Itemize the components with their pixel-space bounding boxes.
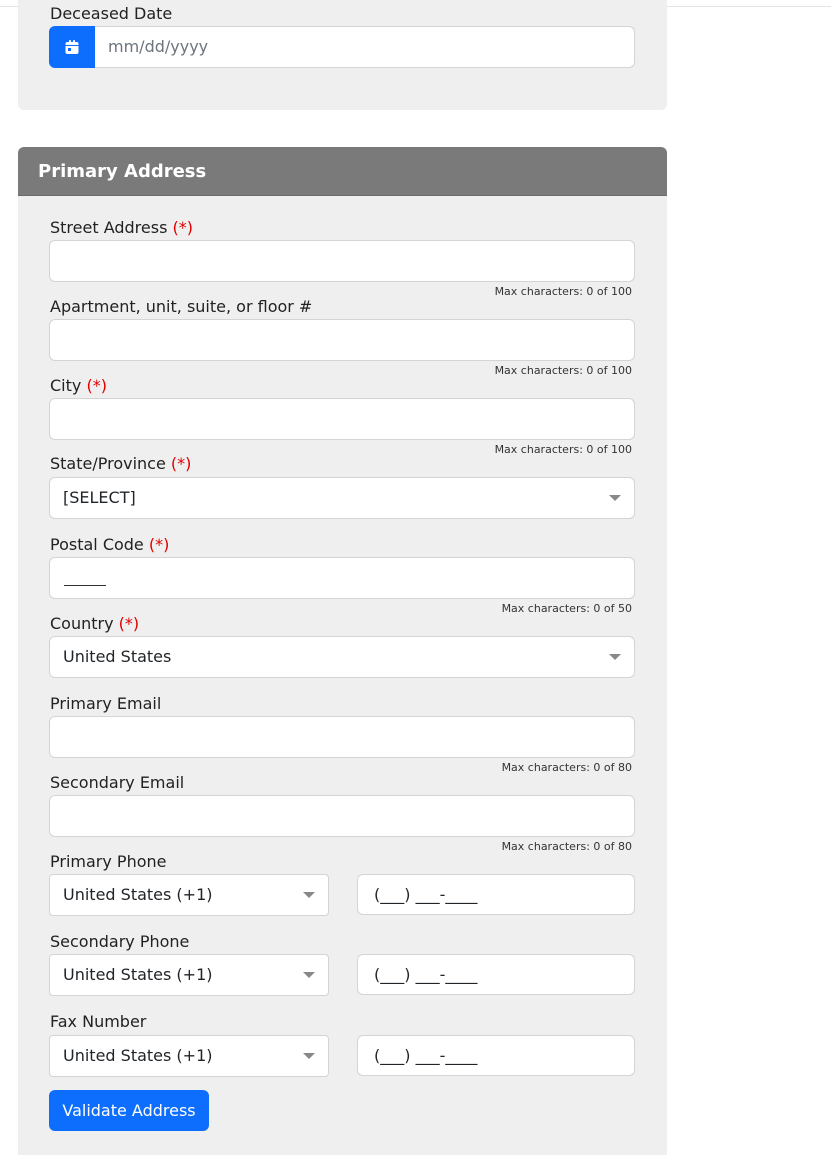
required-marker: (*) (148, 535, 170, 554)
fax-number-input[interactable]: (___) ___-____ (357, 1035, 635, 1076)
postal-code-char-count: Max characters: 0 of 50 (501, 602, 632, 615)
deceased-date-label: Deceased Date (50, 4, 173, 23)
primary-phone-label: Primary Phone (50, 852, 167, 871)
postal-code-mask (64, 568, 106, 586)
apartment-char-count: Max characters: 0 of 100 (494, 364, 632, 377)
secondary-email-char-count: Max characters: 0 of 80 (501, 840, 632, 853)
secondary-phone-number-input[interactable]: (___) ___-____ (357, 954, 635, 995)
city-input[interactable] (49, 398, 635, 440)
chevron-down-icon (303, 972, 315, 978)
secondary-email-input[interactable] (49, 795, 635, 837)
required-marker: (*) (170, 454, 192, 473)
fax-country-value: United States (+1) (63, 1046, 213, 1065)
apartment-label: Apartment, unit, suite, or floor # (50, 297, 313, 316)
street-address-char-count: Max characters: 0 of 100 (494, 285, 632, 298)
fax-number-label: Fax Number (50, 1012, 147, 1031)
required-marker: (*) (86, 376, 107, 395)
validate-address-button[interactable]: Validate Address (49, 1090, 209, 1131)
state-select[interactable]: [SELECT] (49, 477, 635, 519)
fax-country-select[interactable]: United States (+1) (49, 1035, 329, 1077)
deceased-date-input[interactable]: mm/dd/yyyy (95, 26, 635, 68)
calendar-button[interactable] (49, 26, 95, 68)
city-label: City (*) (50, 376, 107, 395)
deceased-date-group: mm/dd/yyyy (49, 26, 635, 68)
secondary-phone-country-select[interactable]: United States (+1) (49, 954, 329, 996)
street-address-input[interactable] (49, 240, 635, 282)
postal-code-input[interactable] (49, 557, 635, 599)
state-label: State/Province (*) (50, 454, 192, 473)
state-selected-value: [SELECT] (63, 488, 136, 507)
calendar-icon (65, 39, 79, 54)
apartment-input[interactable] (49, 319, 635, 361)
chevron-down-icon (303, 1053, 315, 1059)
primary-address-title: Primary Address (38, 161, 207, 182)
secondary-phone-country-value: United States (+1) (63, 965, 213, 984)
secondary-email-label: Secondary Email (50, 773, 185, 792)
country-selected-value: United States (63, 647, 172, 666)
country-select[interactable]: United States (49, 636, 635, 678)
chevron-down-icon (303, 892, 315, 898)
required-marker: (*) (172, 218, 193, 237)
chevron-down-icon (609, 654, 621, 660)
secondary-phone-label: Secondary Phone (50, 932, 190, 951)
city-char-count: Max characters: 0 of 100 (494, 443, 632, 456)
postal-code-label: Postal Code (*) (50, 535, 170, 554)
primary-phone-country-value: United States (+1) (63, 885, 213, 904)
primary-phone-country-select[interactable]: United States (+1) (49, 874, 329, 916)
primary-phone-number-input[interactable]: (___) ___-____ (357, 874, 635, 915)
required-marker: (*) (118, 614, 140, 633)
chevron-down-icon (609, 495, 621, 501)
street-address-label: Street Address (*) (50, 218, 193, 237)
primary-email-char-count: Max characters: 0 of 80 (501, 761, 632, 774)
country-label: Country (*) (50, 614, 140, 633)
primary-email-input[interactable] (49, 716, 635, 758)
primary-email-label: Primary Email (50, 694, 162, 713)
